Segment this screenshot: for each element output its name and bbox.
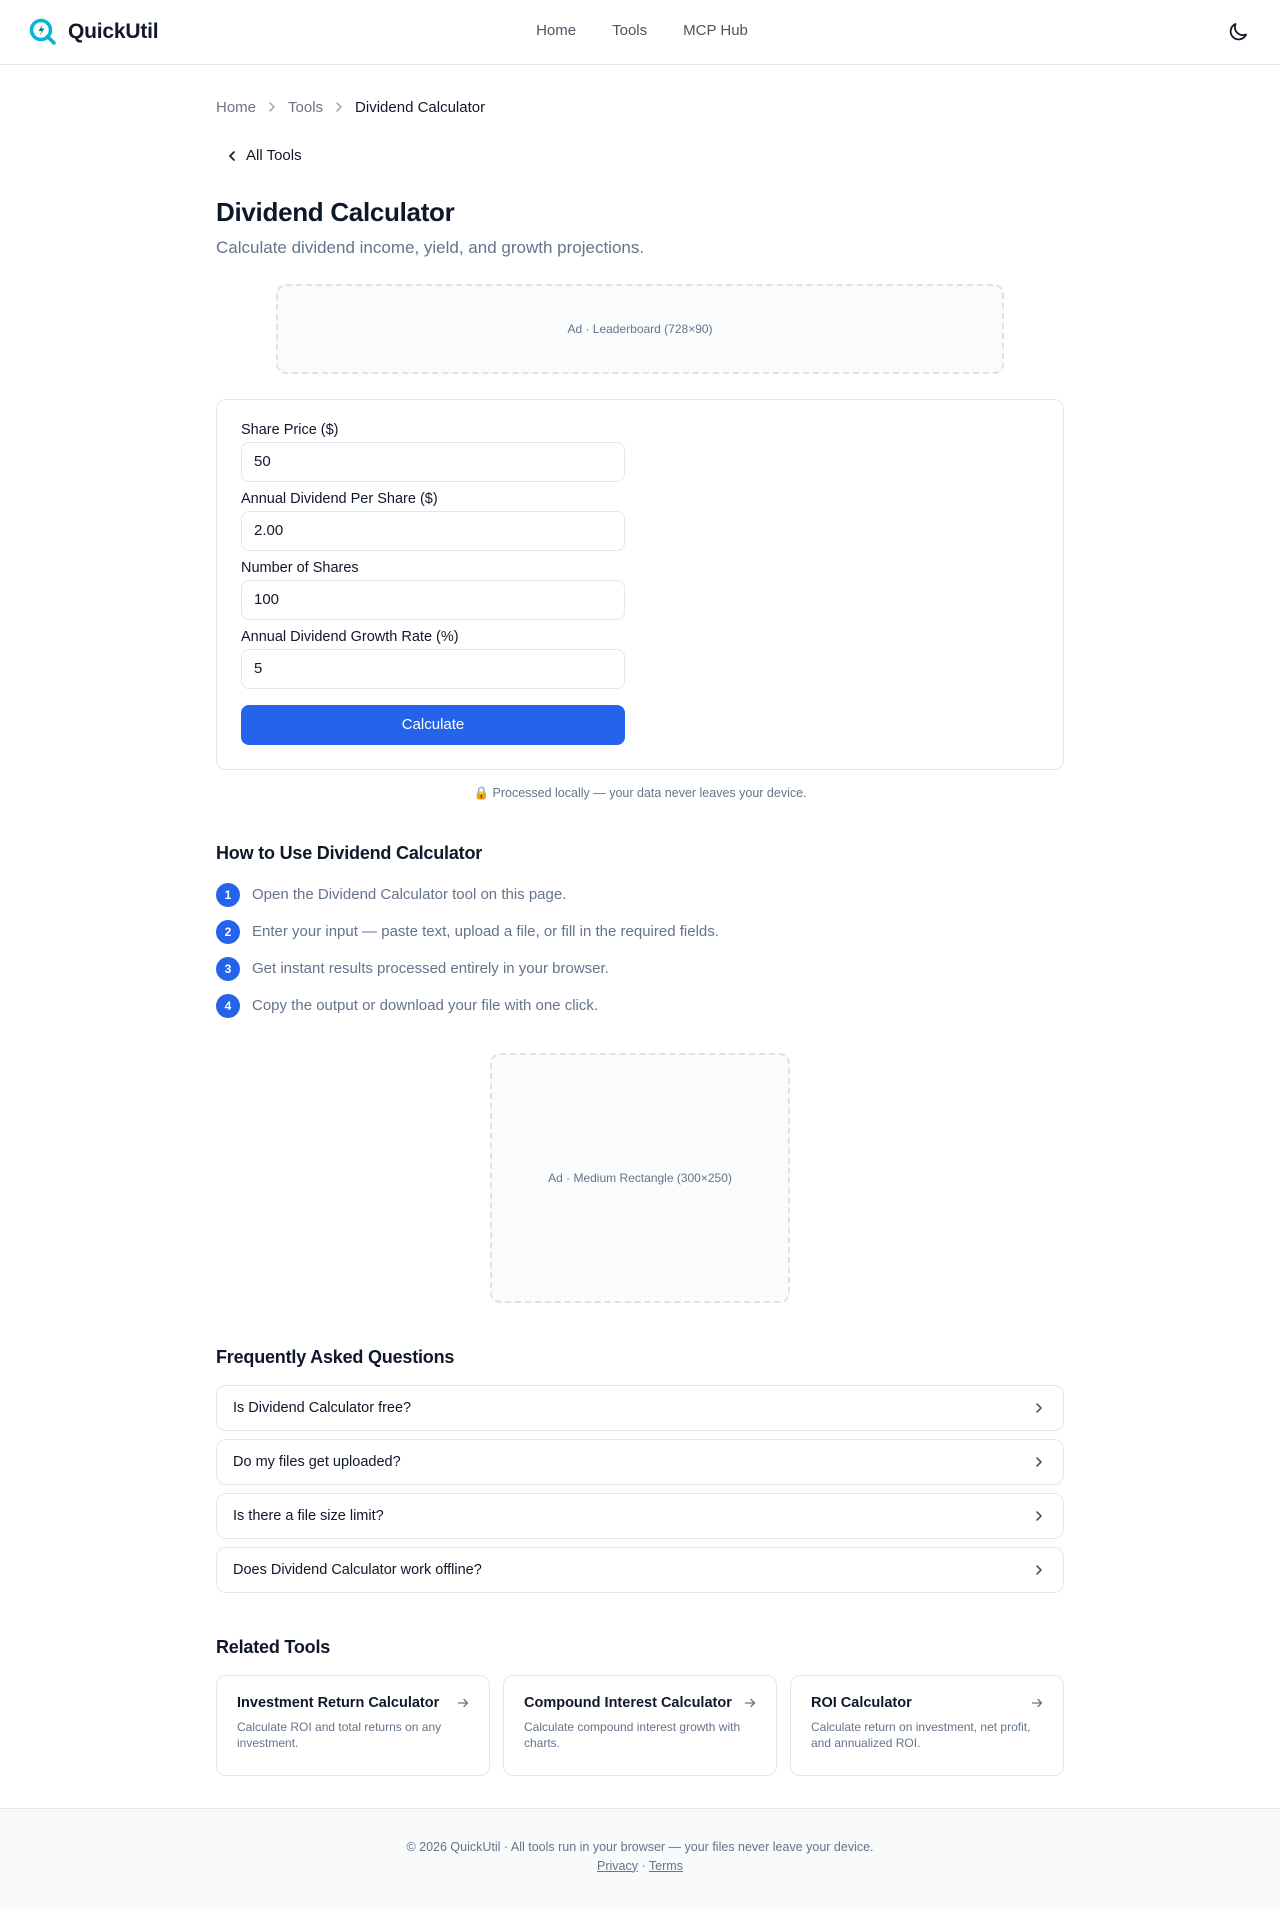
chevron-right-icon <box>1036 1510 1042 1521</box>
chevron-right-icon <box>336 102 342 112</box>
how-to-title: How to Use Dividend Calculator <box>216 842 483 863</box>
annual-dividend-label: Annual Dividend Per Share ($) <box>241 490 438 507</box>
chevron-right-icon <box>1036 1456 1042 1467</box>
tool-description: Calculate ROI and total returns on any i… <box>237 1719 442 1750</box>
breadcrumb-current: Dividend Calculator <box>355 98 486 116</box>
how-to-step: 4 Copy the output or download your file … <box>216 993 1064 1019</box>
related-tool-card[interactable]: ROI Calculator Calculate return on inves… <box>790 1674 1064 1776</box>
step-text: Open the Dividend Calculator tool on thi… <box>252 886 567 903</box>
tool-card-header: ROI Calculator <box>811 1695 1043 1711</box>
faq-title: Frequently Asked Questions <box>216 1346 455 1367</box>
faq-question: Is there a file size limit? <box>233 1507 384 1524</box>
faq-list: Is Dividend Calculator free? Do my files… <box>216 1384 1064 1593</box>
chevron-right-icon <box>1036 1402 1042 1413</box>
calculate-button[interactable]: Calculate <box>241 704 625 745</box>
how-to-steps: 1 Open the Dividend Calculator tool on t… <box>216 882 1064 1019</box>
tool-card-header: Investment Return Calculator <box>237 1695 469 1711</box>
tool-name: ROI Calculator <box>811 1694 912 1711</box>
breadcrumb: Home Tools Dividend Calculator <box>216 97 1064 117</box>
related-tool-card[interactable]: Investment Return Calculator Calculate R… <box>216 1674 490 1776</box>
faq-section: Frequently Asked Questions Is Dividend C… <box>216 1347 1064 1593</box>
privacy-note: 🔒 Processed locally — your data never le… <box>473 785 807 800</box>
arrow-right-icon <box>1031 1698 1043 1707</box>
faq-question: Is Dividend Calculator free? <box>233 1399 412 1416</box>
ad-leaderboard: Ad · Leaderboard (728×90) <box>276 283 1004 374</box>
nav-mcp-hub[interactable]: MCP Hub <box>683 22 748 39</box>
ad-leaderboard-label: Ad · Leaderboard (728×90) <box>567 321 713 336</box>
related-tools-section: Related Tools Investment Return Calculat… <box>216 1637 1064 1776</box>
nav-home[interactable]: Home <box>536 22 576 39</box>
chevron-right-icon <box>1036 1564 1042 1575</box>
tool-description: Calculate compound interest growth with … <box>524 1719 741 1750</box>
arrow-right-icon <box>744 1698 756 1707</box>
faq-item[interactable]: Is Dividend Calculator free? <box>216 1384 1064 1431</box>
how-to-section: How to Use Dividend Calculator 1 Open th… <box>216 843 1064 1019</box>
step-text: Get instant results processed entirely i… <box>252 960 609 977</box>
step-text: Enter your input — paste text, upload a … <box>252 923 719 940</box>
related-tool-card[interactable]: Compound Interest Calculator Calculate c… <box>503 1674 777 1776</box>
main-content: Home Tools Dividend Calculator All Tools… <box>216 65 1064 1776</box>
all-tools-back-link[interactable]: All Tools <box>226 147 302 164</box>
faq-question: Do my files get uploaded? <box>233 1453 401 1470</box>
step-number-badge: 3 <box>216 956 240 981</box>
footer-privacy-link[interactable]: Privacy <box>597 1859 638 1873</box>
moon-icon[interactable] <box>1226 20 1250 44</box>
nav-tools[interactable]: Tools <box>612 22 647 39</box>
number-of-shares-input[interactable] <box>241 579 625 620</box>
step-text: Copy the output or download your file wi… <box>252 997 599 1014</box>
growth-rate-input[interactable] <box>241 648 625 689</box>
chevron-left-icon <box>229 150 235 161</box>
ad-medium-rectangle: Ad · Medium Rectangle (300×250) <box>490 1052 790 1303</box>
growth-rate-field: Annual Dividend Growth Rate (%) <box>241 629 625 689</box>
how-to-step: 3 Get instant results processed entirely… <box>216 956 1064 982</box>
share-price-label: Share Price ($) <box>241 421 339 438</box>
arrow-right-icon <box>457 1698 469 1707</box>
share-price-field: Share Price ($) <box>241 422 625 482</box>
step-number-badge: 4 <box>216 993 240 1018</box>
number-of-shares-label: Number of Shares <box>241 559 359 576</box>
page-subtitle: Calculate dividend income, yield, and gr… <box>216 237 645 257</box>
top-navbar: QuickUtil Home Tools MCP Hub <box>0 0 1280 65</box>
related-tools-title: Related Tools <box>216 1636 331 1657</box>
number-of-shares-field: Number of Shares <box>241 560 625 620</box>
footer-copyright: © 2026 QuickUtil · All tools run in your… <box>406 1839 874 1854</box>
growth-rate-label: Annual Dividend Growth Rate (%) <box>241 628 459 645</box>
main-nav: Home Tools MCP Hub <box>0 22 1280 39</box>
tool-description: Calculate return on investment, net prof… <box>811 1719 1031 1750</box>
step-number-badge: 2 <box>216 919 240 944</box>
annual-dividend-input[interactable] <box>241 510 625 551</box>
how-to-step: 2 Enter your input — paste text, upload … <box>216 919 1064 945</box>
ad-rectangle-label: Ad · Medium Rectangle (300×250) <box>548 1170 732 1185</box>
faq-item[interactable]: Is there a file size limit? <box>216 1492 1064 1539</box>
breadcrumb-home[interactable]: Home <box>216 99 256 116</box>
footer-links: Privacy · Terms <box>0 1859 1280 1873</box>
step-number-badge: 1 <box>216 882 240 907</box>
faq-question: Does Dividend Calculator work offline? <box>233 1561 482 1578</box>
annual-dividend-field: Annual Dividend Per Share ($) <box>241 491 625 551</box>
site-footer: © 2026 QuickUtil · All tools run in your… <box>0 1807 1280 1909</box>
tool-card-header: Compound Interest Calculator <box>524 1695 756 1711</box>
tool-name: Investment Return Calculator <box>237 1694 440 1711</box>
page-title: Dividend Calculator <box>216 196 455 227</box>
how-to-step: 1 Open the Dividend Calculator tool on t… <box>216 882 1064 908</box>
breadcrumb-tools[interactable]: Tools <box>288 99 323 116</box>
related-tools-grid: Investment Return Calculator Calculate R… <box>216 1674 1064 1776</box>
back-link-label: All Tools <box>246 147 302 164</box>
chevron-right-icon <box>269 102 275 112</box>
share-price-input[interactable] <box>241 441 625 482</box>
calculator-card: Share Price ($) Annual Dividend Per Shar… <box>216 398 1064 770</box>
tool-name: Compound Interest Calculator <box>524 1694 732 1711</box>
footer-separator: · <box>641 1858 646 1873</box>
faq-item[interactable]: Do my files get uploaded? <box>216 1438 1064 1485</box>
footer-terms-link[interactable]: Terms <box>649 1859 683 1873</box>
faq-item[interactable]: Does Dividend Calculator work offline? <box>216 1546 1064 1593</box>
